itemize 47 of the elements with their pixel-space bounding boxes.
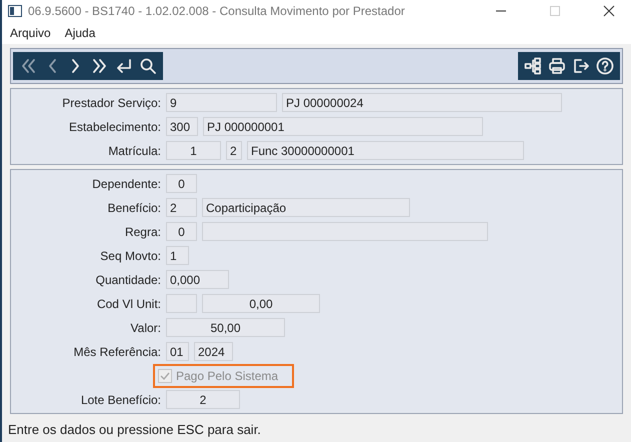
input-field[interactable]: PJ 000000001 [203,117,483,136]
input-field[interactable]: 9 [166,93,277,112]
input-field[interactable]: 0 [166,174,197,193]
input-field[interactable]: 0,00 [202,294,320,313]
field-label: Valor: [130,320,161,334]
input-field[interactable]: 1 [166,246,189,265]
field-label: Estabelecimento: [68,120,161,134]
field-label: Seq Movto: [99,248,161,262]
search-icon [139,57,157,75]
input-field[interactable]: Func 30000000001 [247,141,524,160]
help-icon [596,57,614,75]
checkbox-label: Pago Pelo Sistema [176,368,278,382]
input-field[interactable]: 2 [166,390,240,409]
tree-icon [524,57,542,75]
input-field[interactable]: 1 [166,141,221,160]
field-label: Dependente: [91,176,161,190]
menu-item[interactable]: Ajuda [64,26,96,40]
input-field[interactable]: 2 [166,198,197,217]
close-icon[interactable] [603,5,615,17]
app-icon [8,5,22,17]
double-chevron-left-icon [19,57,37,75]
field-label: Quantidade: [94,272,161,286]
return-arrow-icon [115,57,133,75]
input-field[interactable]: 01 [166,342,189,361]
field-label: Lote Benefício: [80,392,161,406]
input-field[interactable]: 50,00 [166,318,285,337]
input-field[interactable]: 0 [166,222,197,241]
field-label: Mês Referência: [72,344,161,358]
input-field[interactable]: 2024 [194,342,233,361]
input-field[interactable] [202,222,488,241]
field-label: Benefício: [106,200,161,214]
printer-icon [548,57,566,75]
field-label: Matrícula: [107,144,161,158]
input-field[interactable]: 0,000 [166,270,229,289]
window-title: 06.9.5600 - BS1740 - 1.02.02.008 - Consulta Movimento por Prestador [28,4,406,18]
input-field[interactable]: 300 [166,117,198,136]
input-field[interactable] [166,294,197,313]
status-message: Entre os dados ou pressione ESC para sair. [7,420,262,439]
field-label: Regra: [124,224,161,238]
menu-item[interactable]: Arquivo [10,26,51,40]
input-field[interactable]: Coparticipação [202,198,410,217]
input-field[interactable]: PJ 000000024 [282,93,562,112]
input-field[interactable]: 2 [226,141,242,160]
exit-icon [572,57,590,75]
field-label: Prestador Serviço: [61,96,161,110]
double-chevron-right-icon [91,57,109,75]
field-label: Cod Vl Unit: [96,296,161,310]
